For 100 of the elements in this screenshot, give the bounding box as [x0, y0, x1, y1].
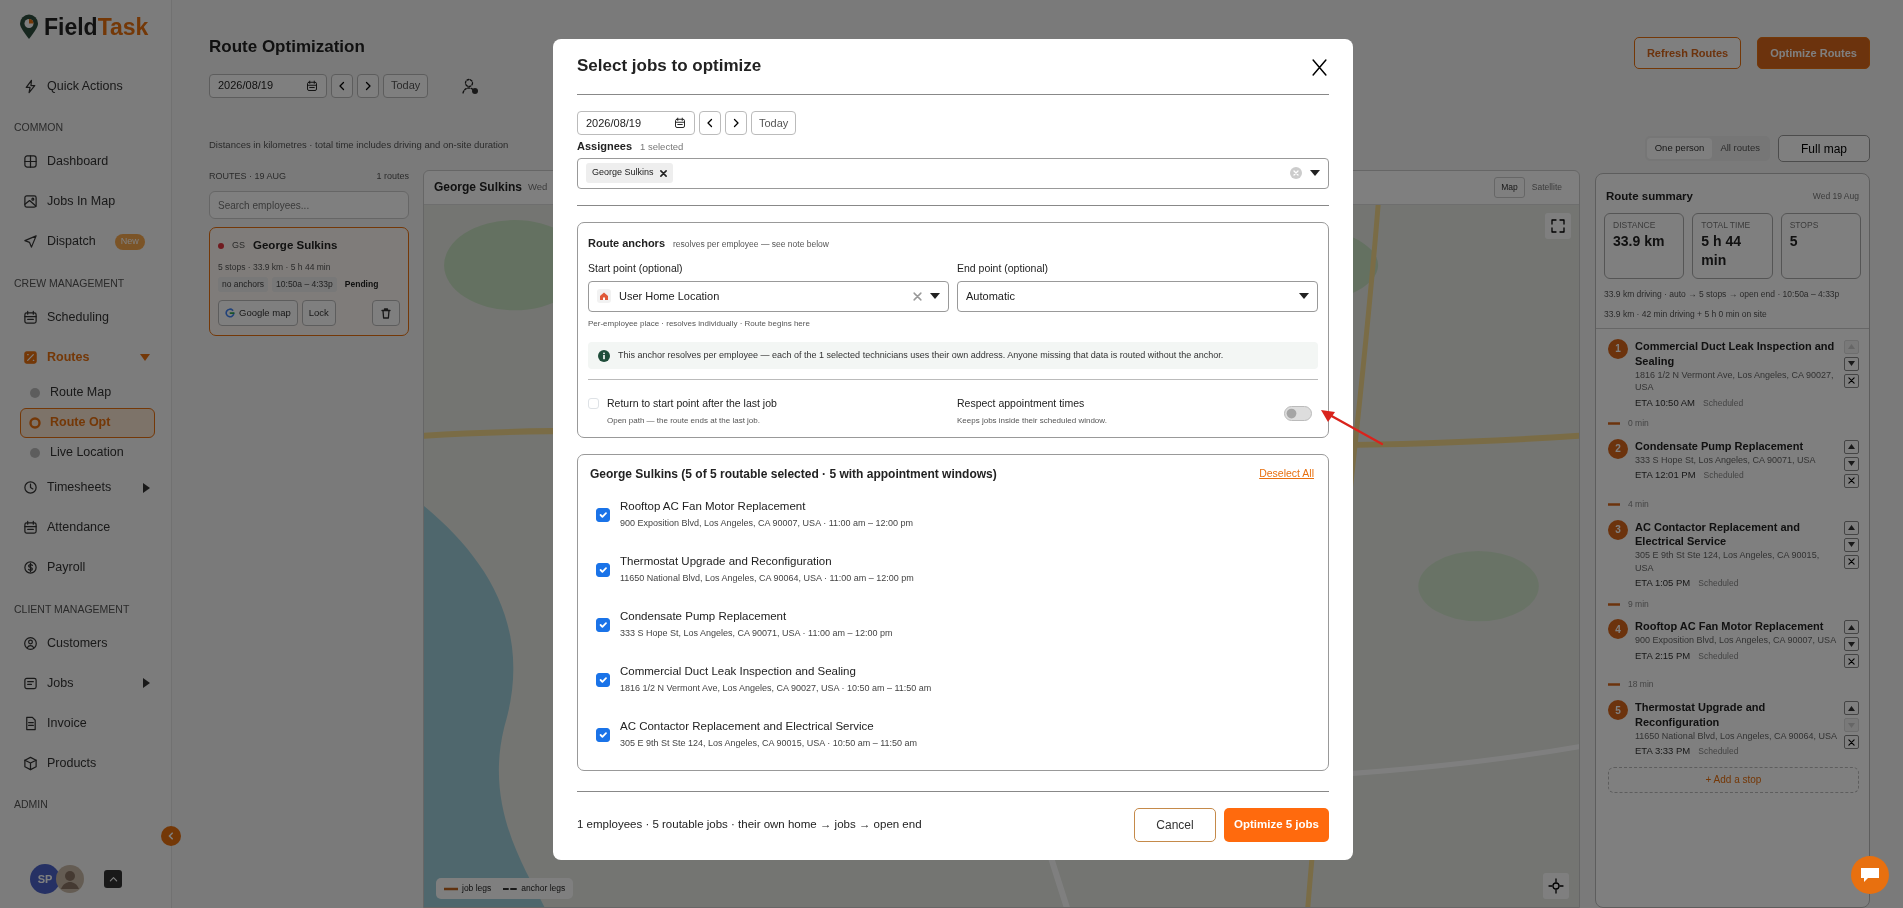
- checkbox[interactable]: [596, 672, 610, 687]
- map-icon: [23, 194, 38, 210]
- previous-button[interactable]: [699, 111, 721, 135]
- job-details: 333 S Hope St, Los Angeles, CA 90071, USA · 11:00 am – 12:00 pm: [620, 627, 893, 641]
- option-hint: Keeps jobs inside their scheduled window.: [957, 415, 1107, 427]
- move-down-button[interactable]: [1844, 537, 1859, 552]
- sidebar-item[interactable]: Timesheets: [14, 467, 159, 508]
- toggle-switch[interactable]: [1284, 406, 1312, 422]
- clear-icon: [1290, 167, 1302, 179]
- caret-right-icon: [143, 482, 150, 493]
- deselect-all-link[interactable]: Deselect All: [1259, 466, 1314, 482]
- checkbox[interactable]: [596, 727, 610, 742]
- add-stop-button[interactable]: + Add a stop: [1608, 766, 1859, 793]
- sidebar-item[interactable]: Customers: [14, 623, 159, 664]
- dialog-title: Select jobs to optimize: [577, 56, 762, 77]
- remove-button[interactable]: [1844, 654, 1859, 669]
- remove-button[interactable]: [1844, 473, 1859, 488]
- triangle-down-icon: [1848, 641, 1855, 647]
- sidebar-item[interactable]: Jobs: [14, 663, 159, 704]
- collapse-button[interactable]: [161, 826, 181, 846]
- route-card[interactable]: GS George Sulkins 5 stops · 33.9 km · 5 h 44 min no anchors 10:50a – 4:33p Pending Google map Lock: [209, 227, 409, 336]
- caret-down-icon: [1299, 293, 1309, 300]
- sidebar-item[interactable]: Dispatch New: [14, 221, 159, 262]
- trash-icon: [381, 307, 391, 319]
- move-down-button[interactable]: [1844, 356, 1859, 371]
- next-button[interactable]: [357, 73, 379, 98]
- map-type-tab[interactable]: Map: [1494, 176, 1525, 198]
- remove-button[interactable]: [1844, 554, 1859, 569]
- close-icon: [1848, 657, 1855, 665]
- fullscreen-icon: [1551, 218, 1565, 233]
- remove-button[interactable]: [1844, 373, 1859, 388]
- leg-line-icon: [1608, 683, 1620, 687]
- full-map-button[interactable]: Full map: [1778, 135, 1870, 162]
- sidebar-item[interactable]: Payroll: [14, 547, 159, 588]
- field-hint: Per-employee place · resolves individually · Route begins here: [588, 317, 811, 330]
- refresh-button[interactable]: Refresh Routes: [1633, 37, 1742, 69]
- user-avatar[interactable]: SP: [30, 864, 60, 894]
- fullscreen-button[interactable]: [1545, 212, 1571, 239]
- sidebar-item[interactable]: Scheduling: [14, 297, 159, 338]
- today-button[interactable]: Today: [751, 111, 797, 135]
- move-up-button[interactable]: [1844, 439, 1859, 454]
- checkbox[interactable]: [596, 562, 610, 577]
- map-link-button[interactable]: Google map: [218, 300, 298, 326]
- search-field[interactable]: Search employees...: [209, 191, 409, 220]
- sidebar-item[interactable]: Invoice: [14, 703, 159, 744]
- today-button[interactable]: Today: [383, 73, 429, 98]
- optimize-button[interactable]: Optimize Routes: [1757, 37, 1870, 69]
- summary-text: 33.9 km · 42 min driving + 5 h 0 min on site: [1604, 307, 1768, 320]
- date-field[interactable]: 2026/08/19: [577, 111, 695, 135]
- move-up-button[interactable]: [1844, 620, 1859, 635]
- lock-button[interactable]: Lock: [301, 300, 336, 326]
- delete-button[interactable]: [372, 300, 400, 326]
- previous-button[interactable]: [331, 73, 353, 98]
- checkbox[interactable]: [596, 617, 610, 632]
- sidebar-subitem[interactable]: Live Location: [20, 437, 155, 468]
- move-up-button[interactable]: [1844, 701, 1859, 716]
- checkbox[interactable]: [596, 507, 610, 522]
- sidebar-item[interactable]: Routes: [14, 337, 159, 378]
- sidebar-item[interactable]: Attendance: [14, 507, 159, 548]
- triangle-up-icon: [1848, 624, 1855, 630]
- list-icon: [23, 675, 38, 691]
- menu-toggle-button[interactable]: [104, 870, 122, 888]
- employee-name: George Sulkins: [253, 238, 338, 254]
- view-tab[interactable]: All routes: [1712, 138, 1768, 159]
- panel-subtitle: resolves per employee — see note below: [673, 237, 829, 251]
- next-button[interactable]: [725, 111, 747, 135]
- sidebar-item[interactable]: Jobs In Map: [14, 181, 159, 222]
- move-up-button[interactable]: [1844, 520, 1859, 535]
- chat-button[interactable]: [1851, 856, 1889, 894]
- info-text: Distances in kilometres · total time includes driving and on-site duration: [209, 137, 509, 152]
- sidebar-item[interactable]: Dashboard: [14, 141, 159, 182]
- move-down-button[interactable]: [1844, 637, 1859, 652]
- sidebar-subitem[interactable]: Route Map: [20, 377, 155, 408]
- triangle-up-icon: [1848, 705, 1855, 711]
- job-details: 11650 National Blvd, Los Angeles, CA 90064, USA · 11:00 am – 12:00 pm: [620, 572, 914, 586]
- field-label: Assignees: [577, 139, 633, 154]
- optimize-button[interactable]: Optimize 5 jobs: [1224, 808, 1329, 842]
- stop-eta: ETA 3:33 PM: [1635, 744, 1691, 759]
- job-title: Thermostat Upgrade and Reconfiguration: [620, 554, 833, 570]
- field-label: Start point (optional): [588, 261, 684, 276]
- legend-line-icon: [444, 885, 458, 892]
- sidebar-item[interactable]: Quick Actions: [14, 66, 159, 106]
- sidebar-item[interactable]: Products: [14, 743, 159, 784]
- box-icon: [23, 755, 38, 771]
- assignee-select[interactable]: George Sulkins: [577, 157, 1329, 189]
- close-icon: [1310, 58, 1328, 76]
- close-icon: [1848, 558, 1855, 565]
- remove-button[interactable]: [1844, 735, 1859, 750]
- section-heading: COMMON: [14, 120, 64, 135]
- view-tab[interactable]: One person: [1646, 138, 1713, 159]
- end-point-select[interactable]: Automatic: [957, 280, 1318, 312]
- dollar-icon: [23, 560, 38, 575]
- leg-line-icon: [1608, 421, 1620, 425]
- move-down-button[interactable]: [1844, 456, 1859, 471]
- start-point-select[interactable]: User Home Location: [588, 280, 949, 312]
- cancel-button[interactable]: Cancel: [1134, 808, 1216, 842]
- locate-button[interactable]: [1543, 873, 1569, 899]
- map-type-tab[interactable]: Satellite: [1524, 176, 1569, 198]
- date-field[interactable]: 2026/08/19: [209, 73, 327, 98]
- avatar-icon: [56, 865, 84, 893]
